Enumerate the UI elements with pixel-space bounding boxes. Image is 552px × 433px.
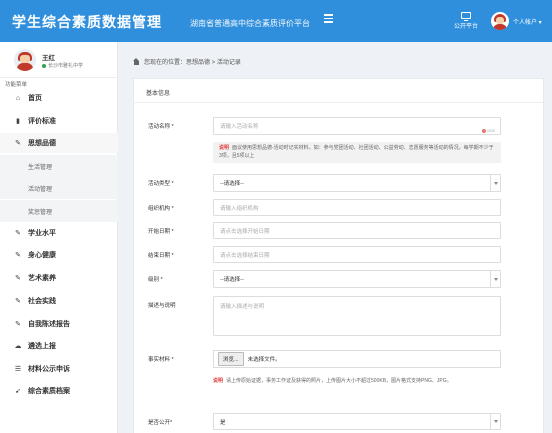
error-icon: ! bbox=[482, 128, 487, 133]
sidebar-item[interactable]: ➹ 综合素质档案 bbox=[0, 381, 118, 401]
public-label: 是否公开* bbox=[148, 420, 173, 426]
user-name: 王红 bbox=[42, 55, 55, 62]
sidebar-item-label: 学业水平 bbox=[28, 230, 56, 237]
sidebar-item-label: 首页 bbox=[28, 95, 42, 102]
public-select[interactable]: 是 bbox=[213, 413, 501, 430]
user-profile: 王红 长沙市雅礼中学 bbox=[0, 42, 118, 78]
sidebar-item[interactable]: ✎ 艺术素养 bbox=[0, 268, 118, 288]
sidebar-item-label: 思想品德 bbox=[28, 140, 56, 147]
edit-icon: ✎ bbox=[15, 140, 21, 147]
sidebar-item-label: 艺术素养 bbox=[28, 275, 56, 282]
edit-icon: ✎ bbox=[15, 321, 21, 328]
sidebar-item[interactable]: ✎ 思想品德 bbox=[0, 133, 118, 153]
sidebar-item-label: 材料公示申诉 bbox=[28, 366, 70, 373]
sidebar-subitem[interactable]: 活动管理 bbox=[0, 177, 118, 199]
menu-caption: 功能菜单 bbox=[5, 82, 28, 88]
public-platform-button[interactable]: 公开平台 bbox=[452, 12, 480, 30]
edit-icon: ✎ bbox=[15, 252, 21, 259]
sidebar-item[interactable]: ⌂ 首页 bbox=[0, 88, 118, 108]
file-status: 未选择文件。 bbox=[247, 357, 281, 363]
organizer-input[interactable]: 请输入组织机构 bbox=[213, 199, 501, 216]
book-icon: ▮ bbox=[16, 118, 20, 125]
monitor-icon bbox=[461, 12, 471, 21]
evidence-file-input[interactable]: 浏览... 未选择文件。 bbox=[213, 350, 501, 368]
top-header: 学生综合素质数据管理 湖南省普通高中综合素质评价平台 公开平台 个人帐户 ▾ bbox=[0, 0, 552, 42]
edit-icon: ✎ bbox=[15, 230, 21, 237]
sidebar: 王红 长沙市雅礼中学 功能菜单 ⌂ 首页 ▮ 评价标准 ✎ 思想品德 ✎ 学业水平 ✎ 身心健康 ✎… bbox=[0, 42, 118, 433]
level-select[interactable]: --请选择-- bbox=[213, 270, 501, 288]
activity-name-note: 说明 面议使用思想品德-活动时记实材料。如：参与党团活动、社团活动、公益劳动、志愿… bbox=[213, 142, 501, 163]
home-icon bbox=[133, 58, 140, 65]
activity-type-label: 活动类型 * bbox=[148, 181, 174, 187]
divider bbox=[134, 102, 543, 103]
description-textarea[interactable]: 请输入描述与说明 bbox=[213, 296, 501, 336]
public-platform-label: 公开平台 bbox=[453, 24, 478, 30]
app-subtitle: 湖南省普通高中综合素质评价平台 bbox=[190, 19, 310, 28]
sidebar-item-label: 评价标准 bbox=[28, 118, 56, 125]
activity-name-input[interactable]: 请输入活动名称 ! 0/50 bbox=[213, 117, 501, 135]
end-date-label: 结束日期 * bbox=[148, 253, 174, 259]
edit-icon: ✎ bbox=[15, 298, 21, 305]
breadcrumb: 您现在的位置：思想品德 > 活动记录 bbox=[133, 57, 241, 66]
sidebar-item[interactable]: ▮ 评价标准 bbox=[0, 111, 118, 131]
char-counter: ! 0/50 bbox=[482, 128, 495, 133]
sidebar-item-label: 自我陈述报告 bbox=[28, 321, 70, 328]
evidence-note: 说明 请上传原始证据，事务工作证及获得的照片，上传图片大小不超过500KB，图片格… bbox=[213, 378, 452, 384]
avatar bbox=[491, 12, 509, 30]
organizer-label: 组织机构 * bbox=[148, 206, 174, 212]
sidebar-item-label: 社会实践 bbox=[28, 298, 56, 305]
start-date-label: 开始日期 * bbox=[148, 229, 174, 235]
sidebar-item-label: 遴选上报 bbox=[28, 343, 56, 350]
chevron-down-icon bbox=[490, 414, 500, 429]
sidebar-item[interactable]: ☁ 遴选上报 bbox=[0, 336, 118, 356]
activity-name-label: 活动名称 * bbox=[148, 124, 174, 130]
home-icon: ⌂ bbox=[15, 94, 21, 102]
form-panel: 基本信息 活动名称 * 请输入活动名称 ! 0/50 说明 面议使用思想品德-活动时… bbox=[133, 78, 544, 433]
account-label: 个人帐户 ▾ bbox=[513, 19, 542, 26]
menu-toggle-icon[interactable] bbox=[324, 14, 336, 26]
upload-icon: ☁ bbox=[14, 343, 22, 350]
edit-icon: ✎ bbox=[15, 275, 21, 282]
sidebar-item[interactable]: ✎ 身心健康 bbox=[0, 245, 118, 265]
activity-type-select[interactable]: --请选择-- bbox=[213, 174, 501, 192]
list-icon: ☰ bbox=[14, 366, 22, 373]
sidebar-item[interactable]: ✎ 自我陈述报告 bbox=[0, 314, 118, 334]
user-avatar bbox=[14, 49, 36, 71]
start-date-input[interactable]: 请点击选择开始日期 bbox=[213, 222, 501, 239]
main-content: 您现在的位置：思想品德 > 活动记录 基本信息 活动名称 * 请输入活动名称 !… bbox=[118, 42, 552, 433]
sidebar-item[interactable]: ☰ 材料公示申诉 bbox=[0, 359, 118, 379]
chevron-down-icon bbox=[490, 175, 500, 191]
app-title: 学生综合素质数据管理 bbox=[12, 14, 162, 30]
chevron-down-icon bbox=[490, 271, 500, 287]
end-date-input[interactable]: 请点击选择结束日期 bbox=[213, 246, 501, 263]
user-school: 长沙市雅礼中学 bbox=[42, 62, 83, 69]
sidebar-item-label: 身心健康 bbox=[28, 252, 56, 259]
browse-button[interactable]: 浏览... bbox=[218, 352, 244, 366]
account-menu[interactable]: 个人帐户 ▾ bbox=[491, 11, 542, 31]
online-status-icon bbox=[42, 63, 46, 68]
description-label: 描述与说明 bbox=[148, 303, 176, 309]
sidebar-item[interactable]: ✎ 学业水平 bbox=[0, 223, 118, 243]
panel-title: 基本信息 bbox=[146, 91, 171, 97]
evidence-label: 事实材料 * bbox=[148, 357, 174, 363]
sidebar-item[interactable]: ✎ 社会实践 bbox=[0, 291, 118, 311]
level-label: 级别 * bbox=[148, 277, 163, 283]
sidebar-subitem[interactable]: 生活管理 bbox=[0, 155, 118, 177]
archive-icon: ➹ bbox=[15, 388, 21, 395]
sidebar-item-label: 综合素质档案 bbox=[28, 388, 70, 395]
sidebar-subitem[interactable]: 奖惩管理 bbox=[0, 200, 118, 222]
